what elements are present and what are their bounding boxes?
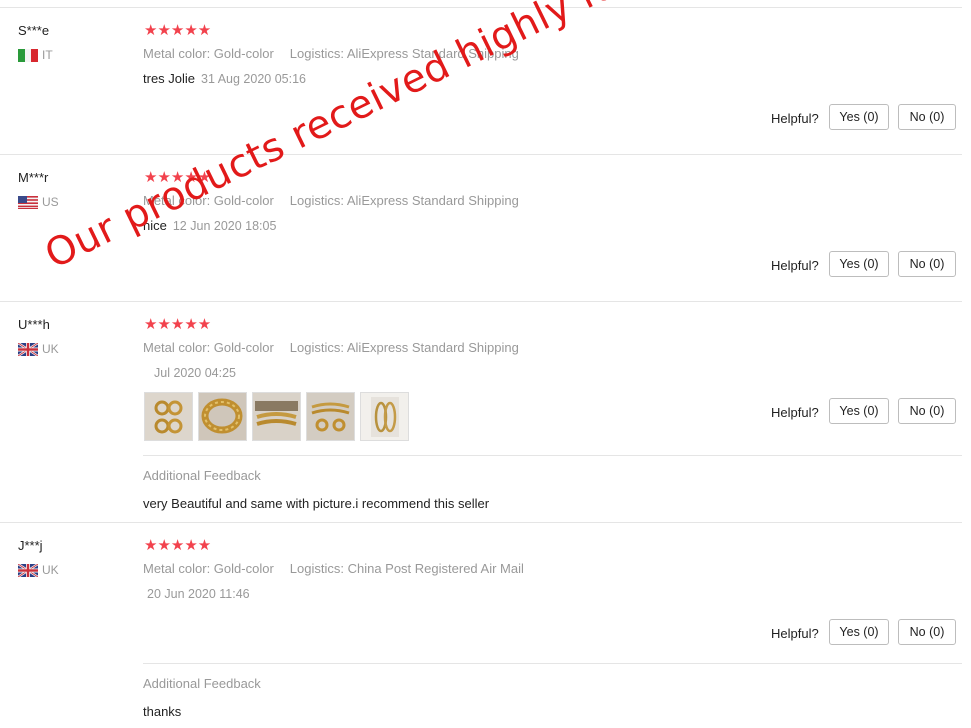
country-code: UK: [42, 563, 59, 577]
review-photo-thumbnail[interactable]: [144, 392, 193, 441]
feedback-divider: [143, 455, 962, 456]
star-icons: ★★★★★: [144, 316, 212, 333]
helpful-no-button[interactable]: No (0): [898, 251, 956, 277]
star-icons: ★★★★★: [144, 537, 212, 554]
review-meta: Metal color: Gold-color Logistics: AliExp…: [143, 46, 519, 61]
review-content: nice 12 Jun 2020 18:05: [143, 218, 276, 233]
feedback-divider: [143, 663, 962, 664]
star-rating: ★★★★★: [144, 317, 211, 333]
star-rating: ★★★★★: [144, 538, 211, 554]
reviewer-name: M***r: [18, 170, 49, 185]
review-meta: Metal color: Gold-color Logistics: AliExp…: [143, 193, 519, 208]
helpful-no-button[interactable]: No (0): [898, 619, 956, 645]
review-divider: [0, 522, 962, 523]
star-rating: ★★★★★: [144, 23, 211, 39]
logistics: Logistics: AliExpress Standard Shipping: [289, 340, 519, 355]
review-photo-thumbnail[interactable]: [198, 392, 247, 441]
review-divider: [0, 7, 962, 8]
helpful-label: Helpful?: [771, 405, 819, 420]
reviewer-name: J***j: [18, 538, 43, 553]
reviewer-country: IT: [18, 48, 53, 62]
helpful-label: Helpful?: [771, 626, 819, 641]
star-icons: ★★★★★: [144, 22, 212, 39]
review-content: 20 Jun 2020 11:46: [143, 586, 250, 601]
reviewer-country: UK: [18, 342, 59, 356]
metal-color: Metal color: Gold-color: [143, 340, 274, 355]
review-date: 20 Jun 2020 11:46: [147, 587, 250, 601]
logistics: Logistics: China Post Registered Air Mai…: [289, 561, 524, 576]
reviewer-name: S***e: [18, 23, 50, 38]
review-content: tres Jolie 31 Aug 2020 05:16: [143, 71, 306, 86]
promo-watermark: Our products received highly favorable r…: [38, 0, 909, 278]
country-code: UK: [42, 342, 59, 356]
country-code: US: [42, 195, 59, 209]
review-divider: [0, 154, 962, 155]
metal-color: Metal color: Gold-color: [143, 561, 274, 576]
uk-flag-icon: [18, 563, 38, 577]
helpful-yes-button[interactable]: Yes (0): [829, 104, 889, 130]
additional-feedback-text: thanks: [143, 704, 182, 719]
helpful-no-button[interactable]: No (0): [898, 398, 956, 424]
review-photo-thumbnail[interactable]: [306, 392, 355, 441]
review-date: Jul 2020 04:25: [154, 366, 237, 380]
additional-feedback-title: Additional Feedback: [143, 676, 261, 691]
country-code: IT: [42, 48, 53, 62]
helpful-label: Helpful?: [771, 258, 819, 273]
helpful-yes-button[interactable]: Yes (0): [829, 398, 889, 424]
additional-feedback-text: very Beautiful and same with picture.i r…: [143, 496, 490, 511]
logistics: Logistics: AliExpress Standard Shipping: [289, 46, 519, 61]
review-divider: [0, 301, 962, 302]
helpful-yes-button[interactable]: Yes (0): [829, 251, 889, 277]
italy-flag-icon: [18, 48, 38, 62]
star-icons: ★★★★★: [144, 169, 212, 186]
helpful-yes-button[interactable]: Yes (0): [829, 619, 889, 645]
metal-color: Metal color: Gold-color: [143, 46, 274, 61]
logistics: Logistics: AliExpress Standard Shipping: [289, 193, 519, 208]
review-photos: [144, 392, 409, 441]
usa-flag-icon: [18, 195, 38, 209]
review-meta: Metal color: Gold-color Logistics: China …: [143, 561, 524, 576]
review-content: Jul 2020 04:25: [154, 365, 236, 380]
additional-feedback-title: Additional Feedback: [143, 468, 261, 483]
reviewer-country: UK: [18, 563, 59, 577]
review-photo-thumbnail[interactable]: [252, 392, 301, 441]
review-photo-thumbnail[interactable]: [360, 392, 409, 441]
reviewer-country: US: [18, 195, 59, 209]
star-rating: ★★★★★: [144, 170, 211, 186]
helpful-label: Helpful?: [771, 111, 819, 126]
review-date: 31 Aug 2020 05:16: [201, 72, 306, 86]
reviewer-name: U***h: [18, 317, 50, 332]
review-text: tres Jolie: [143, 71, 196, 86]
review-text: nice: [143, 218, 167, 233]
metal-color: Metal color: Gold-color: [143, 193, 274, 208]
helpful-no-button[interactable]: No (0): [898, 104, 956, 130]
uk-flag-icon: [18, 342, 38, 356]
review-meta: Metal color: Gold-color Logistics: AliExp…: [143, 340, 519, 355]
review-date: 12 Jun 2020 18:05: [172, 219, 277, 233]
